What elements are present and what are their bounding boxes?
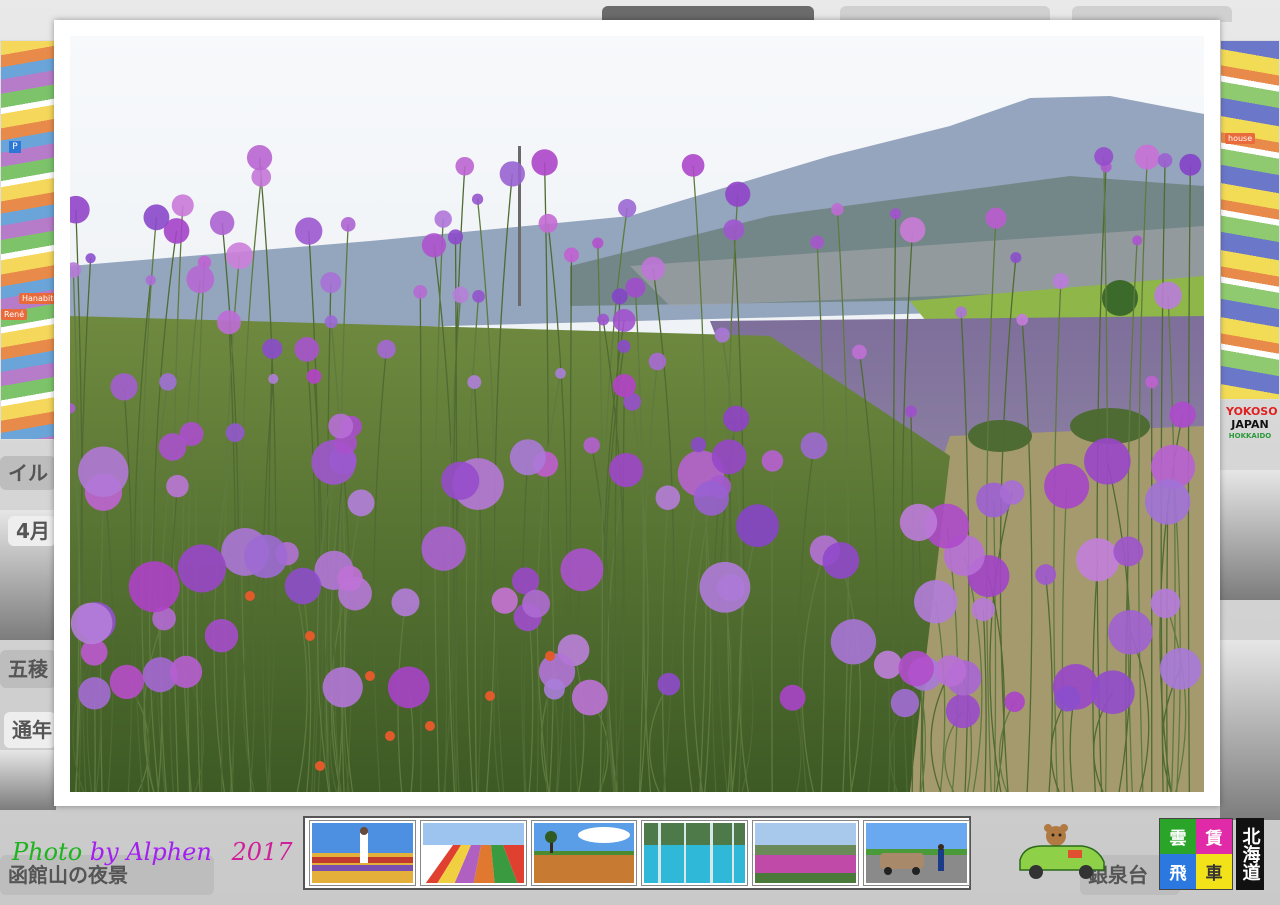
photo-credit: Photo by Alphen 2017: [12, 838, 293, 866]
logo-cell: 賃: [1196, 819, 1232, 854]
pink-flowers-thumb: [755, 823, 857, 883]
credit-year: 2017: [231, 838, 293, 866]
yokoso-japan-logo: YOKOSO JAPAN HOKKAIDO: [1226, 405, 1278, 461]
left-map-strip: P Hanabito René: [0, 40, 55, 440]
background-nav-button: 4月: [8, 516, 56, 546]
thumbnail-strip: [303, 816, 971, 890]
photo-frame: [54, 20, 1220, 806]
background-photo: [0, 750, 56, 810]
logo-cell: 飛: [1160, 854, 1196, 889]
bear-car-mascot-icon: [1019, 824, 1105, 879]
thumbnail[interactable]: [530, 820, 638, 886]
tree: [1102, 280, 1138, 316]
background-nav-button: 通年: [4, 712, 56, 748]
logo-cell: 雲: [1160, 819, 1196, 854]
logo-cell: 車: [1196, 854, 1232, 889]
credit-author: by Alphen: [89, 838, 212, 866]
map-label: Hanabito: [19, 293, 54, 304]
logo-line: HOKKAIDO: [1228, 432, 1272, 440]
logo-line: JAPAN: [1231, 418, 1269, 431]
map-label: house: [1225, 133, 1256, 144]
background-nav-button: 五稜: [0, 650, 56, 688]
car-on-road-thumb: [866, 823, 967, 883]
background-nav-button: イル: [0, 456, 56, 490]
logo-line: YOKOSO: [1226, 405, 1278, 418]
shrub: [968, 420, 1032, 452]
credit-word: Photo: [12, 838, 83, 866]
kumo-chin-hisha-logo: 雲 賃 飛 車: [1159, 818, 1233, 890]
wheat-field-tree-thumb: [533, 823, 635, 883]
parking-icon: P: [9, 141, 21, 153]
right-map-strip: house: [1220, 40, 1280, 400]
thumbnail[interactable]: [752, 820, 860, 886]
person-in-flower-field-thumb: [312, 823, 413, 883]
striped-flower-fields-thumb: [422, 823, 524, 883]
background-photo: [1220, 640, 1280, 820]
main-photo[interactable]: [70, 36, 1204, 792]
thumbnail[interactable]: [419, 820, 527, 886]
thumbnail[interactable]: [309, 820, 416, 886]
blue-pond-thumb: [644, 823, 746, 883]
thumbnail[interactable]: [641, 820, 749, 886]
thumbnail[interactable]: [863, 820, 970, 886]
hokkaido-tag: 北海道: [1236, 818, 1264, 890]
map-label: René: [1, 309, 28, 320]
background-photo: [1220, 470, 1280, 600]
